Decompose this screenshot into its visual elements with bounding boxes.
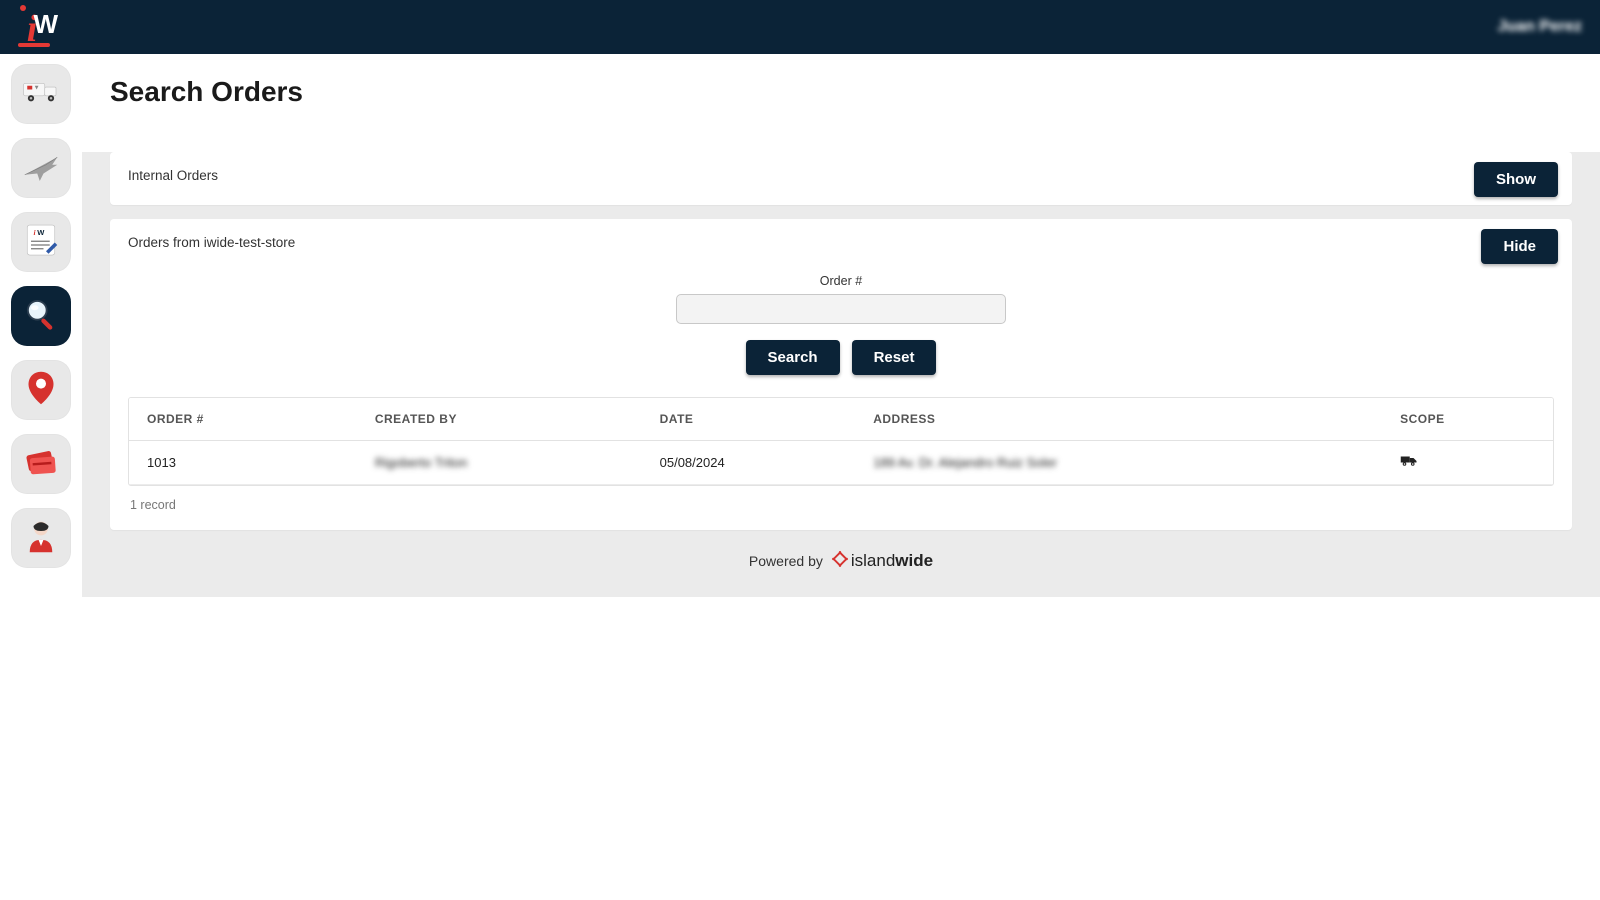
panel-title-store: Orders from iwide-test-store xyxy=(128,235,1554,250)
footer: Powered by islandwide xyxy=(82,530,1600,571)
sidebar: i W xyxy=(0,54,82,900)
svg-text:W: W xyxy=(37,228,45,237)
panel-internal-orders: Internal Orders Show xyxy=(110,152,1572,205)
truck-icon xyxy=(1400,456,1418,471)
brand-text: islandwide xyxy=(851,551,933,571)
cell-scope xyxy=(1382,441,1553,485)
reset-button[interactable]: Reset xyxy=(852,340,937,375)
top-bar: i W Juan Perez xyxy=(0,0,1600,54)
main-content: Search Orders Internal Orders Show Order… xyxy=(82,54,1600,900)
results-table: ORDER # CREATED BY DATE ADDRESS SCOPE 10… xyxy=(128,397,1554,486)
person-icon xyxy=(21,516,61,561)
user-name[interactable]: Juan Perez xyxy=(1498,18,1582,36)
brand-mark: islandwide xyxy=(831,550,933,571)
page-title: Search Orders xyxy=(110,76,1572,108)
show-internal-button[interactable]: Show xyxy=(1474,162,1558,197)
sidebar-item-truck[interactable] xyxy=(11,64,71,124)
order-number-input[interactable] xyxy=(676,294,1006,324)
plane-icon xyxy=(21,146,61,191)
credit-cards-icon xyxy=(21,442,61,487)
panel-title-internal: Internal Orders xyxy=(128,168,1554,183)
cell-order: 1013 xyxy=(129,441,357,485)
search-icon xyxy=(21,294,61,339)
col-created-by[interactable]: CREATED BY xyxy=(357,398,642,441)
table-row[interactable]: 1013 Rigoberto Triton 05/08/2024 189 Av.… xyxy=(129,441,1553,485)
brand-logo[interactable]: i W xyxy=(10,5,54,49)
cell-created-by: Rigoberto Triton xyxy=(357,441,642,485)
sidebar-item-plane[interactable] xyxy=(11,138,71,198)
sidebar-item-search[interactable] xyxy=(11,286,71,346)
sidebar-item-profile[interactable] xyxy=(11,508,71,568)
panel-store-orders: Orders from iwide-test-store Hide Order … xyxy=(110,219,1572,530)
search-button[interactable]: Search xyxy=(746,340,840,375)
sidebar-item-order-form[interactable]: i W xyxy=(11,212,71,272)
diamond-icon xyxy=(831,550,849,571)
table-header-row: ORDER # CREATED BY DATE ADDRESS SCOPE xyxy=(129,398,1553,441)
powered-by-label: Powered by xyxy=(749,553,823,569)
col-scope[interactable]: SCOPE xyxy=(1382,398,1553,441)
order-form-icon: i W xyxy=(21,220,61,265)
col-order[interactable]: ORDER # xyxy=(129,398,357,441)
order-number-label: Order # xyxy=(128,274,1554,288)
col-date[interactable]: DATE xyxy=(642,398,856,441)
cell-date: 05/08/2024 xyxy=(642,441,856,485)
sidebar-item-billing[interactable] xyxy=(11,434,71,494)
record-count: 1 record xyxy=(128,498,1554,512)
col-address[interactable]: ADDRESS xyxy=(855,398,1382,441)
hide-store-button[interactable]: Hide xyxy=(1481,229,1558,264)
map-pin-icon xyxy=(21,368,61,413)
truck-icon xyxy=(21,72,61,117)
page-header: Search Orders xyxy=(82,54,1600,138)
cell-address: 189 Av. Dr. Alejandro Ruiz Soler xyxy=(855,441,1382,485)
sidebar-item-location[interactable] xyxy=(11,360,71,420)
